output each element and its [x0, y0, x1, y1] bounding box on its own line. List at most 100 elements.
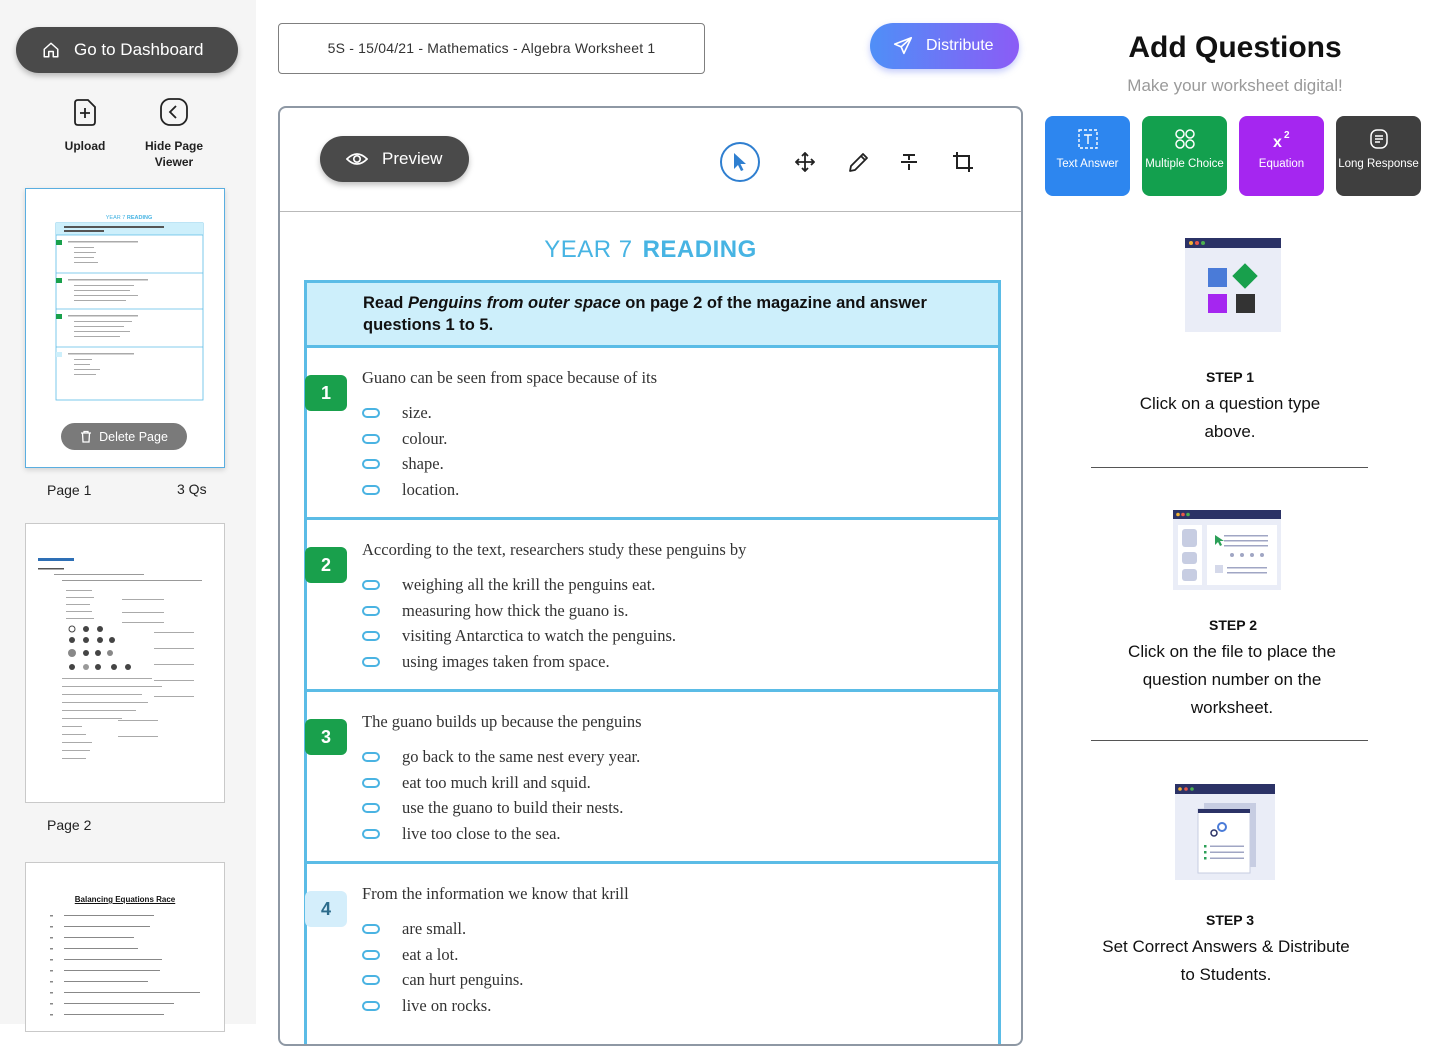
answer-option[interactable]: live on rocks.	[362, 993, 523, 1019]
option-text: size.	[402, 402, 432, 422]
worksheet-heading: YEAR 7 READING	[280, 236, 1021, 264]
go-to-dashboard-button[interactable]: Go to Dashboard	[16, 27, 238, 73]
equation-button[interactable]: x2 Equation	[1239, 116, 1324, 196]
send-icon	[893, 36, 913, 55]
question-text: According to the text, researchers study…	[362, 540, 747, 559]
answer-option[interactable]: go back to the same nest every year.	[362, 744, 640, 770]
option-oval	[362, 605, 380, 616]
instruction-pre: Read	[363, 294, 408, 312]
multiple-choice-button[interactable]: Multiple Choice	[1142, 116, 1227, 196]
eye-icon	[346, 153, 368, 165]
worksheet-heading-year: YEAR 7	[544, 236, 633, 263]
text-answer-button[interactable]: Text Answer	[1045, 116, 1130, 196]
option-text: location.	[402, 479, 460, 499]
option-oval	[362, 459, 380, 470]
preview-button[interactable]: Preview	[320, 136, 469, 182]
answer-option[interactable]: measuring how thick the guano is.	[362, 598, 676, 624]
option-oval	[362, 949, 380, 960]
long-response-label: Long Response	[1338, 158, 1419, 170]
move-tool[interactable]	[785, 142, 825, 182]
trash-icon	[81, 430, 92, 443]
page-sidebar: Go to Dashboard Upload Hide Page Viewer …	[0, 0, 256, 1032]
option-oval	[362, 433, 380, 444]
preview-label: Preview	[382, 149, 443, 168]
option-text: can hurt penguins.	[402, 970, 524, 990]
equation-icon: x2	[1273, 130, 1290, 150]
panel-title: Add Questions	[1128, 31, 1342, 64]
page-1-question-count: 3 Qs	[177, 481, 207, 497]
upload-icon	[74, 99, 96, 126]
step-1-illustration	[1185, 238, 1281, 332]
question-text: Guano can be seen from space because of …	[362, 368, 658, 387]
option-text: go back to the same nest every year.	[402, 746, 641, 766]
worksheet-canvas[interactable]: Preview YEAR 7 READING Read Penguins from…	[278, 106, 1023, 1046]
question-number-badge[interactable]: 1	[305, 375, 347, 411]
step-2-text: Click on the file to place the question …	[1128, 642, 1336, 717]
option-oval	[362, 751, 380, 762]
option-oval	[362, 484, 380, 495]
multiple-choice-icon	[1174, 129, 1195, 149]
page-3-title: Balancing Equations Race	[74, 895, 176, 904]
step-2-heading: STEP 2	[1209, 617, 1257, 633]
page-2-preview	[38, 558, 202, 759]
worksheet-title-input[interactable]: 5S - 15/04/21 - Mathematics - Algebra Wo…	[278, 23, 705, 74]
option-text: using images taken from space.	[402, 651, 610, 671]
question-number-badge[interactable]: 4	[305, 891, 347, 927]
question-text: The guano builds up because the penguins	[362, 712, 642, 731]
pencil-tool[interactable]	[839, 142, 879, 182]
worksheet-question-box: Read Penguins from outer space on page 2…	[304, 280, 1001, 1044]
answer-option[interactable]: eat too much krill and squid.	[362, 770, 640, 796]
question-number-badge[interactable]: 2	[305, 547, 347, 583]
answer-option[interactable]: eat a lot.	[362, 942, 523, 968]
option-oval	[362, 975, 380, 986]
strikethrough-tool[interactable]	[889, 142, 929, 182]
delete-page-button[interactable]: Delete Page	[61, 423, 187, 450]
question-block[interactable]: 3 The guano builds up because the pengui…	[305, 692, 998, 864]
answer-option[interactable]: colour.	[362, 426, 459, 452]
question-block[interactable]: 4 From the information we know that kril…	[305, 864, 998, 1036]
step-divider	[1091, 467, 1368, 468]
option-oval	[362, 1000, 380, 1011]
select-tool[interactable]	[720, 142, 760, 182]
answer-option[interactable]: size.	[362, 400, 459, 426]
question-number-badge[interactable]: 3	[305, 719, 347, 755]
dashboard-label: Go to Dashboard	[74, 40, 204, 59]
step-divider	[1091, 740, 1368, 741]
answer-option[interactable]: use the guano to build their nests.	[362, 795, 640, 821]
answer-option[interactable]: can hurt penguins.	[362, 967, 523, 993]
question-block[interactable]: 2 According to the text, researchers stu…	[305, 520, 998, 692]
option-text: use the guano to build their nests.	[402, 798, 624, 818]
hide-page-viewer-button[interactable]: Hide Page Viewer	[129, 96, 219, 170]
page-thumbnail-1[interactable]: YEAR 7 READING Delete Page	[25, 188, 225, 468]
option-oval	[362, 631, 380, 642]
panel-subtitle: Make your worksheet digital!	[1127, 76, 1343, 95]
page-thumbnail-3[interactable]: Balancing Equations Race	[25, 862, 225, 1032]
svg-text:2: 2	[1284, 130, 1290, 141]
text-answer-icon	[1077, 129, 1098, 149]
option-text: eat too much krill and squid.	[402, 772, 591, 792]
distribute-button[interactable]: Distribute	[870, 23, 1019, 69]
crop-icon	[953, 152, 973, 172]
answer-option[interactable]: weighing all the krill the penguins eat.	[362, 572, 676, 598]
home-icon	[43, 42, 59, 58]
answer-option[interactable]: shape.	[362, 451, 459, 477]
option-text: live on rocks.	[402, 995, 492, 1015]
option-text: visiting Antarctica to watch the penguin…	[402, 626, 677, 646]
option-text: live too close to the sea.	[402, 823, 561, 843]
answer-option[interactable]: location.	[362, 477, 459, 503]
upload-button[interactable]: Upload	[40, 96, 130, 154]
hide-page-viewer-label: Hide Page Viewer	[144, 139, 204, 169]
page-thumbnail-2[interactable]	[25, 523, 225, 803]
question-block[interactable]: 1 Guano can be seen from space because o…	[305, 348, 998, 520]
answer-option[interactable]: are small.	[362, 916, 523, 942]
long-response-button[interactable]: Long Response	[1336, 116, 1421, 196]
answer-option[interactable]: using images taken from space.	[362, 649, 676, 675]
answer-option[interactable]: live too close to the sea.	[362, 821, 640, 847]
long-response-icon	[1369, 129, 1388, 149]
page-1-preview: YEAR 7 READING	[55, 215, 204, 401]
page-2-label: Page 2	[47, 817, 92, 833]
step-2-illustration	[1173, 510, 1281, 590]
crop-tool[interactable]	[943, 142, 983, 182]
answer-option[interactable]: visiting Antarctica to watch the penguin…	[362, 623, 676, 649]
step-1-text: Click on a question type above.	[1139, 394, 1321, 441]
